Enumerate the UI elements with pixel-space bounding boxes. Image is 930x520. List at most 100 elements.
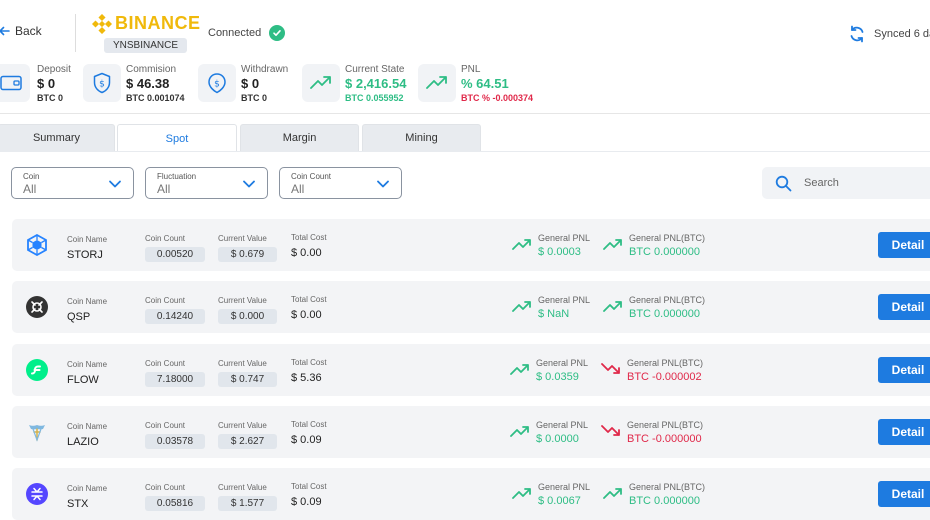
sync-status[interactable]: Synced 6 da — [848, 25, 930, 43]
detail-button[interactable]: Detail — [878, 294, 930, 320]
general-pnl-value: $ 0.0000 — [536, 433, 579, 445]
stat-label: PNL — [461, 64, 481, 75]
total-cost: $ 5.36 — [291, 372, 322, 384]
current-value: $ 0.679 — [218, 247, 277, 262]
connection-status: Connected — [208, 25, 286, 41]
general-pnl: General PNL $ 0.0359 — [510, 358, 588, 384]
tab-margin[interactable]: Margin — [240, 124, 359, 151]
general-pnl-btc: General PNL(BTC) BTC 0.000000 — [603, 482, 705, 508]
total-cost: $ 0.09 — [291, 496, 322, 508]
sync-icon — [850, 25, 864, 43]
back-label: Back — [15, 24, 42, 38]
svg-text:$: $ — [214, 80, 220, 90]
tab-summary[interactable]: Summary — [0, 124, 115, 151]
stat-label: Current State — [345, 64, 405, 75]
header: Back BINANCE YNSBINANCE Connected Synced… — [0, 0, 930, 62]
total-cost-label: Total Cost — [291, 358, 327, 367]
current-value-label: Current Value — [218, 234, 267, 243]
search-box — [762, 167, 930, 199]
table-row: Coin Name STORJ Coin Count 0.00520 Current… — [12, 219, 930, 271]
trend-up-icon — [418, 64, 456, 102]
search-input[interactable] — [804, 177, 924, 189]
table-row: Coin Name QSP Coin Count 0.14240 Current V… — [12, 281, 930, 333]
stat-sub: BTC 0.055952 — [345, 93, 404, 103]
filter-label: Coin Count — [291, 172, 332, 181]
trend-up-icon — [512, 301, 531, 312]
coin-count-value: 0.00520 — [145, 247, 205, 262]
general-pnl-label: General PNL — [536, 420, 589, 430]
stat-sub: BTC 0 — [37, 93, 64, 103]
qsp-coin-icon — [26, 296, 48, 318]
coin-count-value: 0.14240 — [145, 309, 205, 324]
filter-label: Fluctuation — [157, 172, 197, 181]
chevron-down-icon — [377, 180, 389, 188]
general-pnl-btc-label: General PNL(BTC) — [627, 420, 704, 430]
table-row: Coin Name LAZIO Coin Count 0.03578 Current… — [12, 406, 930, 458]
total-cost: $ 0.00 — [291, 247, 322, 259]
filter-value: All — [23, 182, 37, 196]
total-cost-label: Total Cost — [291, 295, 327, 304]
coin-name: FLOW — [67, 374, 99, 386]
general-pnl-btc-value: BTC 0.000000 — [629, 246, 700, 258]
stat-sub: BTC % -0.000374 — [461, 93, 534, 103]
table-row: Coin Name FLOW Coin Count 7.18000 Current … — [12, 344, 930, 396]
back-button[interactable]: Back — [0, 24, 42, 38]
coin-filter-select[interactable]: Coin All — [11, 167, 134, 199]
coin-count-label: Coin Count — [145, 359, 186, 368]
coin-name-label: Coin Name — [67, 484, 108, 493]
current-value: $ 1.577 — [218, 496, 277, 511]
coin-count-label: Coin Count — [145, 421, 186, 430]
general-pnl-btc-value: BTC 0.000000 — [629, 495, 700, 507]
summary-stats: Deposit $ 0 BTC 0 $ Commision $ 46.38 BT… — [0, 62, 930, 110]
total-cost-label: Total Cost — [291, 420, 327, 429]
coin-name: QSP — [67, 311, 91, 323]
general-pnl-btc-label: General PNL(BTC) — [629, 233, 706, 243]
arrow-left-icon — [0, 26, 10, 36]
filter-value: All — [157, 182, 171, 196]
stat-label: Deposit — [37, 64, 71, 75]
withdraw-icon: $ — [198, 64, 236, 102]
tab-mining[interactable]: Mining — [362, 124, 481, 151]
detail-button[interactable]: Detail — [878, 232, 930, 258]
stat-label: Commision — [126, 64, 177, 75]
total-cost-label: Total Cost — [291, 482, 327, 491]
stat-value: $ 0 — [37, 76, 56, 91]
total-cost: $ 0.09 — [291, 434, 322, 446]
trend-up-icon — [603, 488, 622, 499]
filter-label: Coin — [23, 172, 40, 181]
sync-label: Synced 6 da — [874, 28, 930, 40]
current-value-label: Current Value — [218, 359, 267, 368]
detail-button[interactable]: Detail — [878, 419, 930, 445]
general-pnl-value: $ 0.0359 — [536, 371, 579, 383]
general-pnl-btc: General PNL(BTC) BTC 0.000000 — [603, 233, 705, 259]
trend-up-icon — [302, 64, 340, 102]
stat-value: $ 2,416.54 — [345, 76, 407, 91]
brand-name: BINANCE — [115, 13, 201, 33]
general-pnl-btc-label: General PNL(BTC) — [629, 482, 706, 492]
current-value-label: Current Value — [218, 483, 267, 492]
detail-button[interactable]: Detail — [878, 357, 930, 383]
coin-count-label: Coin Count — [145, 483, 186, 492]
connection-status-label: Connected — [208, 27, 262, 39]
general-pnl-btc-label: General PNL(BTC) — [627, 358, 704, 368]
detail-button[interactable]: Detail — [878, 481, 930, 507]
general-pnl-btc-value: BTC -0.000000 — [627, 433, 702, 445]
shield-dollar-icon: $ — [83, 64, 121, 102]
tab-spot[interactable]: Spot — [117, 124, 237, 152]
coin-count-label: Coin Count — [145, 234, 186, 243]
coin-name-label: Coin Name — [67, 422, 108, 431]
coin-name-label: Coin Name — [67, 235, 108, 244]
fluctuation-filter-select[interactable]: Fluctuation All — [145, 167, 268, 199]
coin-count-filter-select[interactable]: Coin Count All — [279, 167, 402, 199]
chevron-down-icon — [109, 180, 121, 188]
table-row: Coin Name STX Coin Count 0.05816 Current V… — [12, 468, 930, 520]
current-value: $ 0.000 — [218, 309, 277, 324]
stat-value: % 64.51 — [461, 76, 509, 91]
coin-name-label: Coin Name — [67, 360, 108, 369]
total-cost: $ 0.00 — [291, 309, 322, 321]
current-value-label: Current Value — [218, 296, 267, 305]
general-pnl-btc: General PNL(BTC) BTC 0.000000 — [603, 295, 705, 321]
trend-up-icon — [510, 426, 529, 437]
trend-up-icon — [603, 301, 622, 312]
general-pnl: General PNL $ 0.0000 — [510, 420, 588, 446]
